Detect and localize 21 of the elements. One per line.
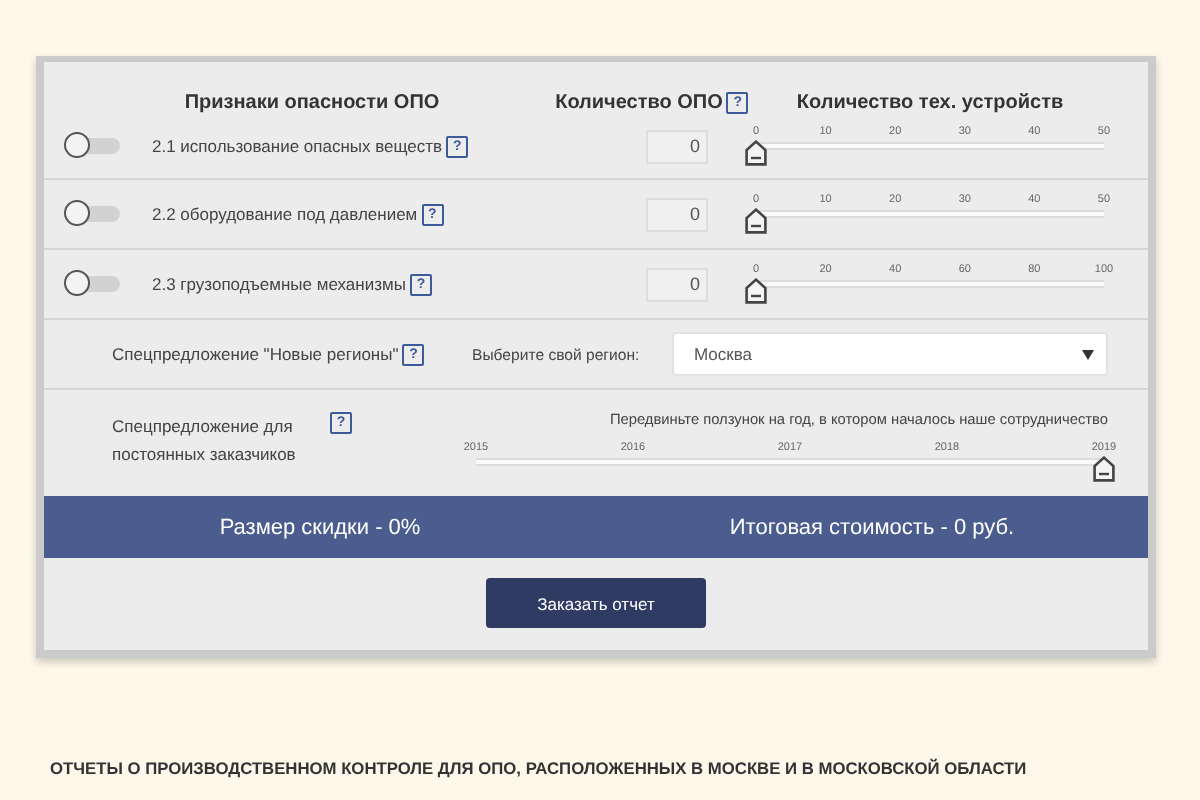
offer-label: Спецпредложение для постоянных заказчиков [112,414,298,468]
caret-icon [1082,349,1094,359]
discount-text: Размер скидки - 0% [219,515,421,539]
slider-thumb[interactable] [745,278,767,304]
column-heading: Признаки опасности ОПО [184,92,440,114]
count-field[interactable]: 0 [646,129,708,163]
region-select[interactable]: Москва [672,332,1108,376]
hazard-label: 2.2 оборудование под давлением [152,204,418,224]
total-price: Итоговая стоимость - 0 руб. [729,515,1015,539]
slider-thumb[interactable] [1093,456,1115,482]
count-field[interactable]: 0 [646,197,708,231]
column-heading: Количество тех. устройств [796,92,1064,114]
hazard-label: 2.3 грузоподъемные механизмы [152,274,406,294]
section-heading: ОТЧЕТЫ О ПРОИЗВОДСТВЕННОМ КОНТРОЛЕ ДЛЯ ОПО, РАСПОЛОЖЕННЫХ В МОСКВЕ И В МОСКОВСКОЙ ОБЛАСТИ [50,758,1029,778]
offer-label: Спецпредложение "Новые регионы" [112,344,399,364]
order-button[interactable]: Заказать отчет [486,578,706,628]
hazard-label: 2.1 использование опасных веществ [152,136,443,156]
count-field[interactable]: 0 [646,267,708,301]
column-heading: Количество ОПО [555,92,723,114]
slider-thumb[interactable] [745,140,767,166]
slider-thumb[interactable] [745,208,767,234]
